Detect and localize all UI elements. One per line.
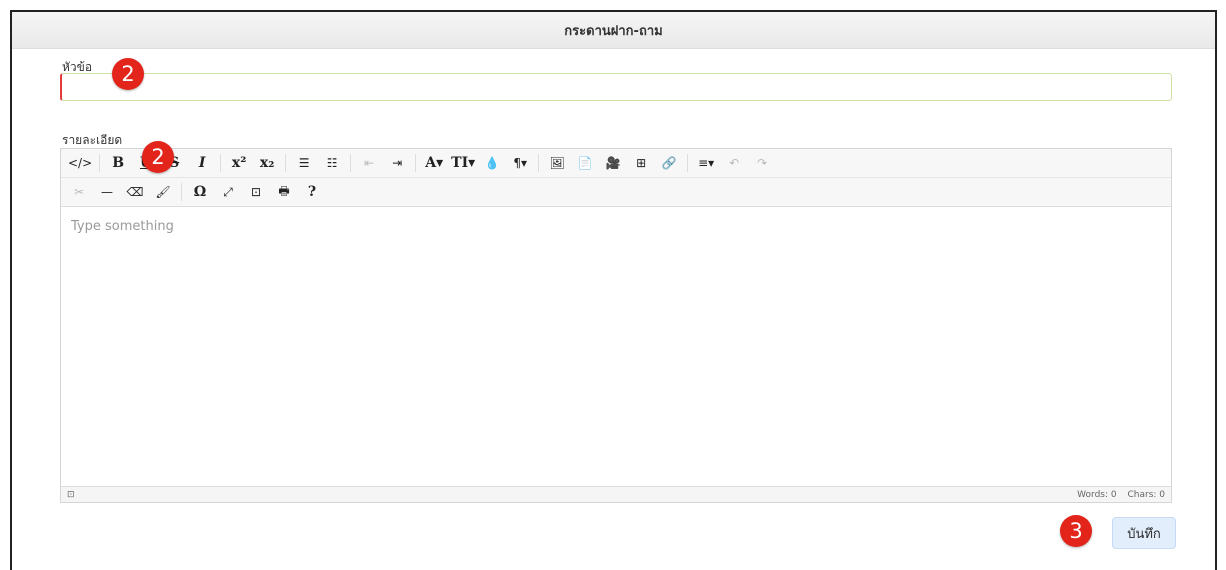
annotation-badge-save: 3 <box>1060 515 1092 547</box>
video-icon[interactable]: 🎥 <box>601 152 625 174</box>
select-all-icon[interactable]: ⊡ <box>244 181 268 203</box>
italic-icon[interactable]: I <box>190 152 214 174</box>
toolbar-row-2: ✂ — ⌫ 🖌 Ω ⤢ ⊡ 🖶 ? <box>61 177 1171 206</box>
file-icon[interactable]: 📄 <box>573 152 597 174</box>
redo-icon[interactable]: ↷ <box>750 152 774 174</box>
source-toggle-icon[interactable]: ⊡ <box>67 490 75 500</box>
font-family-icon[interactable]: A▾ <box>422 152 446 174</box>
save-button[interactable]: บันทึก <box>1112 517 1176 549</box>
subject-input[interactable] <box>60 73 1172 101</box>
bold-icon[interactable]: B <box>106 152 130 174</box>
indent-icon[interactable]: ⇥ <box>385 152 409 174</box>
eraser-icon[interactable]: ⌫ <box>123 181 147 203</box>
code-view-icon[interactable]: </> <box>67 152 93 174</box>
paragraph-icon[interactable]: ¶▾ <box>508 152 532 174</box>
annotation-badge-toolbar: 2 <box>142 141 174 173</box>
paint-format-icon[interactable]: 🖌 <box>151 181 175 203</box>
fullscreen-icon[interactable]: ⤢ <box>216 181 240 203</box>
print-icon[interactable]: 🖶 <box>272 181 296 203</box>
superscript-icon[interactable]: x² <box>227 152 251 174</box>
bullet-list-icon[interactable]: ☰ <box>292 152 316 174</box>
numbered-list-icon[interactable]: ☷ <box>320 152 344 174</box>
help-icon[interactable]: ? <box>300 181 324 203</box>
cut-icon[interactable]: ✂ <box>67 181 91 203</box>
font-size-icon[interactable]: TI▾ <box>450 152 476 174</box>
toolbar-row-1: </> B U S I x² x₂ ☰ ☷ ⇤ ⇥ A▾ TI▾ 💧 ¶▾ 🖼 … <box>61 149 1171 177</box>
counters: Words: 0 Chars: 0 <box>1069 490 1165 500</box>
rich-text-editor: </> B U S I x² x₂ ☰ ☷ ⇤ ⇥ A▾ TI▾ 💧 ¶▾ 🖼 … <box>60 148 1172 503</box>
special-char-icon[interactable]: Ω <box>188 181 212 203</box>
color-drop-icon[interactable]: 💧 <box>480 152 504 174</box>
image-icon[interactable]: 🖼 <box>545 152 569 174</box>
align-icon[interactable]: ≡▾ <box>694 152 718 174</box>
char-count: Chars: 0 <box>1127 489 1165 500</box>
horizontal-rule-icon[interactable]: — <box>95 181 119 203</box>
link-icon[interactable]: 🔗 <box>657 152 681 174</box>
dialog-title: กระดานฝาก-ถาม <box>12 12 1215 49</box>
undo-icon[interactable]: ↶ <box>722 152 746 174</box>
editor-toolbar: </> B U S I x² x₂ ☰ ☷ ⇤ ⇥ A▾ TI▾ 💧 ¶▾ 🖼 … <box>61 149 1171 207</box>
annotation-badge-subject: 2 <box>112 58 144 90</box>
table-icon[interactable]: ⊞ <box>629 152 653 174</box>
subscript-icon[interactable]: x₂ <box>255 152 279 174</box>
editor-content[interactable]: Type something <box>61 207 1171 487</box>
editor-statusbar: ⊡ Words: 0 Chars: 0 <box>61 486 1171 502</box>
outdent-icon[interactable]: ⇤ <box>357 152 381 174</box>
word-count: Words: 0 <box>1077 489 1117 500</box>
